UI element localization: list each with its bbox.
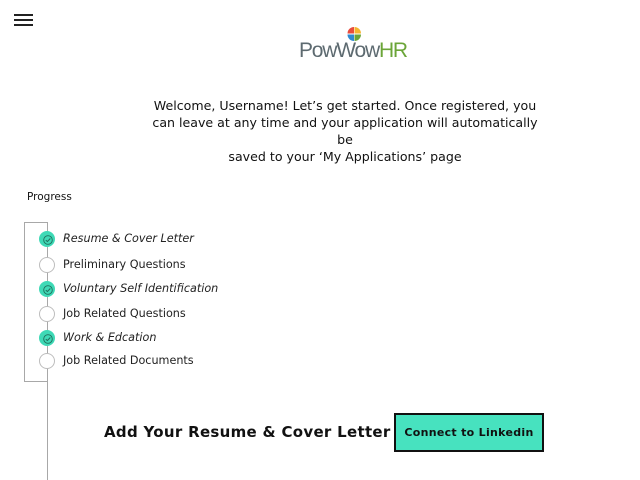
step-label: Job Related Documents (63, 354, 194, 367)
welcome-line-1: Welcome, Username! Let’s get started. On… (153, 98, 537, 113)
connect-linkedin-button[interactable]: Connect to Linkedin (394, 413, 544, 452)
step-complete-check-icon (39, 281, 55, 297)
step-label: Work & Edcation (63, 331, 157, 344)
step-incomplete-circle-icon (39, 257, 55, 273)
step-label: Voluntary Self Identification (63, 282, 219, 295)
add-resume-prompt: Add Your Resume & Cover Letter or (104, 423, 415, 441)
step-incomplete-circle-icon (39, 306, 55, 322)
step-label: Job Related Questions (63, 307, 186, 320)
menu-bar-top (14, 14, 33, 16)
welcome-line-3: saved to your ‘My Applications’ page (228, 149, 462, 164)
logo-wordmark-part1: PowWow (299, 39, 380, 62)
hamburger-menu-icon[interactable] (14, 13, 33, 27)
logo-wordmark-part2: HR (378, 39, 408, 62)
step-label: Preliminary Questions (63, 258, 186, 271)
step-complete-check-icon (39, 330, 55, 346)
welcome-message: Welcome, Username! Let’s get started. On… (150, 97, 540, 165)
menu-bar-middle (14, 19, 33, 21)
step-complete-check-icon (39, 231, 55, 247)
powwowhr-logo[interactable]: PowWowHR (296, 26, 408, 66)
logo-wordmark: PowWowHR (299, 38, 408, 64)
step-incomplete-circle-icon (39, 353, 55, 369)
progress-title: Progress (27, 191, 72, 203)
step-label: Resume & Cover Letter (63, 232, 194, 245)
application-page: PowWowHR Welcome, Username! Let’s get st… (0, 0, 640, 480)
menu-bar-bottom (14, 24, 33, 26)
welcome-line-2: can leave at any time and your applicati… (152, 115, 538, 147)
